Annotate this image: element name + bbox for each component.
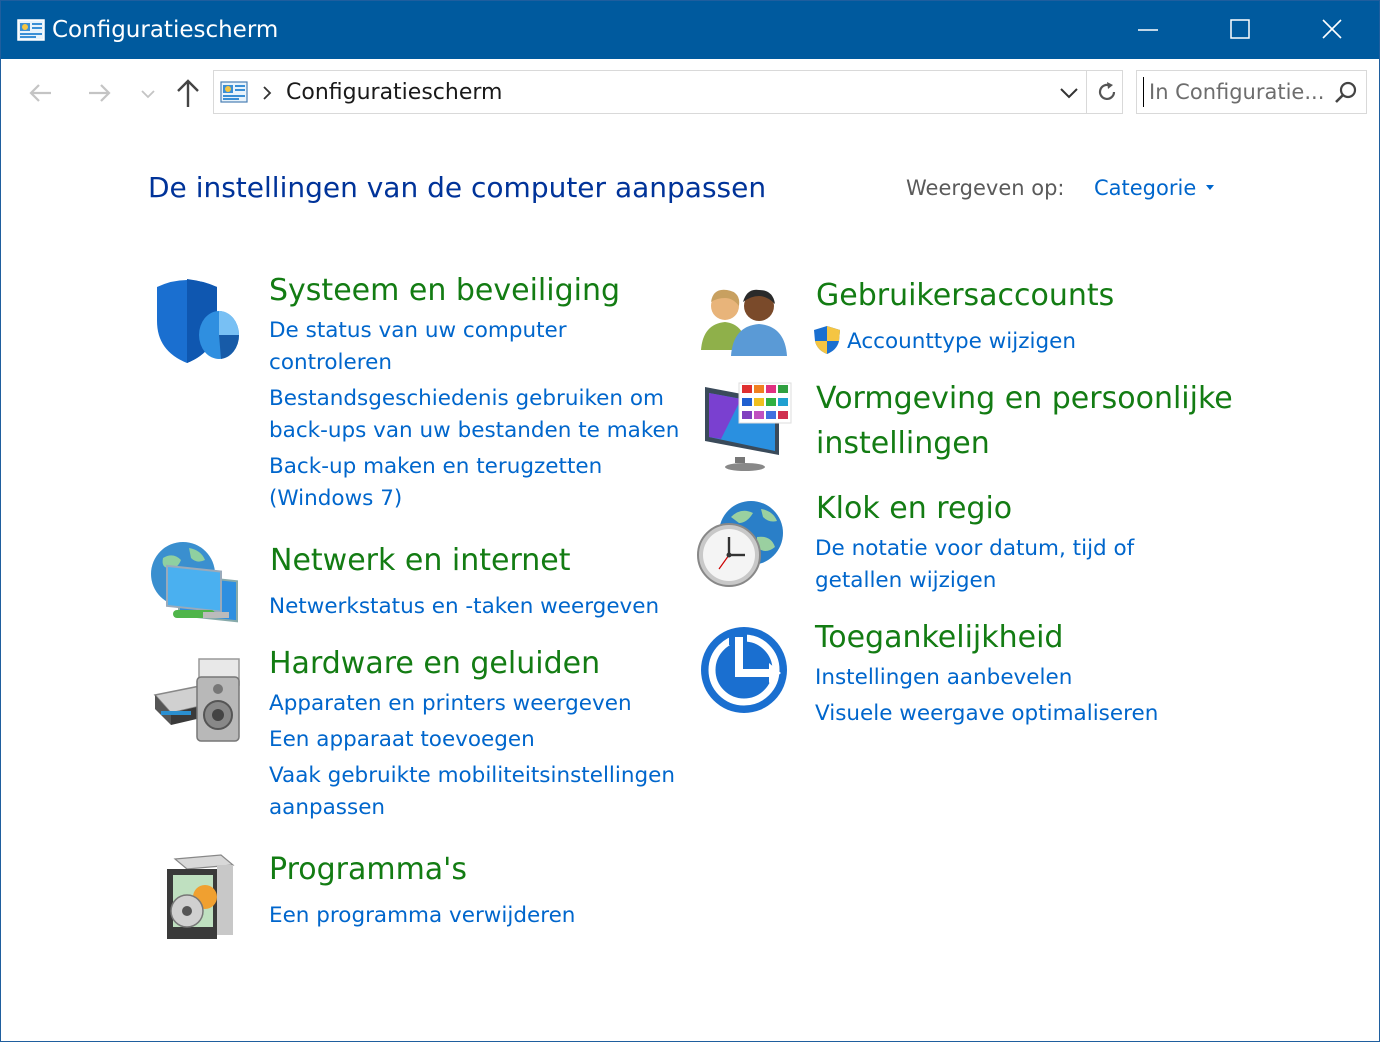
category-hardware-sound[interactable]: Hardware en geluiden — [269, 646, 600, 682]
category-appearance[interactable]: Vormgeving en persoonlijke — [816, 381, 1233, 417]
back-button[interactable] — [25, 75, 57, 111]
link-devices-printers[interactable]: Apparaten en printers weergeven — [269, 688, 632, 720]
programs-box-icon[interactable] — [161, 853, 237, 941]
forward-button[interactable] — [83, 75, 115, 111]
window-title: Configuratiescherm — [52, 17, 279, 43]
link-backup-restore[interactable]: (Windows 7) — [269, 483, 402, 515]
maximize-button[interactable] — [1195, 1, 1287, 59]
refresh-icon[interactable] — [1094, 79, 1120, 105]
address-bar[interactable]: Configuratiescherm — [213, 70, 1123, 114]
view-by-dropdown[interactable]: Categorie — [1094, 175, 1196, 201]
category-network-internet[interactable]: Netwerk en internet — [270, 543, 571, 579]
link-optimize-display[interactable]: Visuele weergave optimaliseren — [815, 698, 1158, 730]
arrow-right-icon — [89, 84, 111, 102]
network-globe-icon[interactable] — [149, 538, 245, 634]
link-mobility-settings[interactable]: aanpassen — [269, 792, 385, 824]
page-title: De instellingen van de computer aanpasse… — [148, 171, 767, 204]
minimize-button[interactable] — [1103, 1, 1195, 59]
up-button[interactable] — [171, 75, 205, 111]
arrow-left-icon — [29, 84, 51, 102]
link-network-status[interactable]: Netwerkstatus en -taken weergeven — [269, 591, 659, 623]
link-file-history[interactable]: Bestandsgeschiedenis gebruiken om — [269, 383, 664, 415]
title-bar[interactable]: Configuratiescherm — [1, 1, 1379, 59]
link-uninstall-program[interactable]: Een programma verwijderen — [269, 900, 575, 932]
link-mobility-settings[interactable]: Vaak gebruikte mobiliteitsinstellingen — [269, 760, 675, 792]
control-panel-window: Configuratiescherm Configuratiescherm In… — [0, 0, 1380, 1042]
close-icon — [1322, 19, 1342, 39]
search-input[interactable] — [1143, 77, 1323, 107]
link-backup-restore[interactable]: Back-up maken en terugzetten — [269, 451, 602, 483]
link-date-time-format[interactable]: getallen wijzigen — [815, 565, 996, 597]
arrow-up-icon — [177, 79, 199, 107]
category-accessibility[interactable]: Toegankelijkheid — [815, 620, 1063, 656]
control-panel-icon — [17, 19, 45, 41]
category-appearance[interactable]: instellingen — [816, 426, 990, 462]
category-programs[interactable]: Programma's — [269, 852, 467, 888]
clock-globe-icon[interactable] — [695, 497, 789, 591]
minimize-icon — [1138, 29, 1158, 31]
link-recommend-settings[interactable]: Instellingen aanbevelen — [815, 662, 1072, 694]
link-add-device[interactable]: Een apparaat toevoegen — [269, 724, 535, 756]
caret-down-icon[interactable] — [1205, 184, 1215, 192]
shield-icon[interactable] — [151, 277, 243, 369]
link-date-time-format[interactable]: De notatie voor datum, tijd of — [815, 533, 1134, 565]
category-clock-region[interactable]: Klok en regio — [816, 491, 1012, 527]
breadcrumb[interactable]: Configuratiescherm — [286, 80, 502, 106]
accessibility-icon[interactable] — [699, 625, 789, 715]
search-box[interactable] — [1136, 70, 1367, 114]
close-button[interactable] — [1287, 1, 1379, 59]
search-icon[interactable] — [1333, 80, 1359, 106]
chevron-right-icon[interactable] — [260, 84, 274, 102]
link-change-account-type[interactable]: Accounttype wijzigen — [847, 326, 1076, 358]
uac-shield-icon — [814, 326, 840, 354]
chevron-down-icon[interactable] — [1056, 81, 1082, 105]
maximize-icon — [1230, 19, 1250, 39]
control-panel-icon — [220, 81, 248, 103]
view-by-label: Weergeven op: — [906, 176, 1065, 200]
link-check-computer-status[interactable]: controleren — [269, 347, 392, 379]
chevron-down-icon — [141, 90, 155, 99]
category-user-accounts[interactable]: Gebruikersaccounts — [816, 278, 1114, 314]
divider — [1086, 71, 1087, 113]
category-system-security[interactable]: Systeem en beveiliging — [269, 273, 620, 309]
personalization-icon[interactable] — [701, 381, 793, 473]
navigation-bar: Configuratiescherm — [1, 59, 1379, 127]
recent-locations-button[interactable] — [137, 75, 159, 111]
link-check-computer-status[interactable]: De status van uw computer — [269, 315, 567, 347]
printer-speaker-icon[interactable] — [151, 655, 243, 745]
users-icon[interactable] — [699, 284, 789, 358]
link-file-history[interactable]: back-ups van uw bestanden te maken — [269, 415, 679, 447]
